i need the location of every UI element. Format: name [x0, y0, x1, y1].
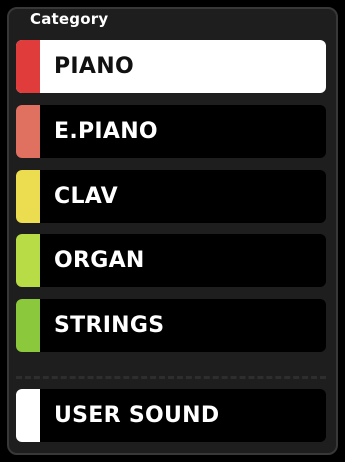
category-color-swatch — [16, 234, 40, 287]
category-button-organ[interactable]: ORGAN — [16, 234, 326, 287]
category-label: ORGAN — [54, 248, 145, 273]
category-color-swatch — [16, 170, 40, 223]
category-button-piano[interactable]: PIANO — [16, 40, 326, 93]
category-color-swatch — [16, 389, 40, 442]
category-divider — [16, 376, 326, 379]
category-color-swatch — [16, 105, 40, 158]
category-button-strings[interactable]: STRINGS — [16, 299, 326, 352]
category-color-swatch — [16, 40, 40, 93]
category-label: STRINGS — [54, 313, 165, 338]
category-label: PIANO — [54, 54, 134, 79]
user-sound-button[interactable]: USER SOUND — [16, 389, 326, 442]
category-label: E.PIANO — [54, 119, 158, 144]
panel-title: Category — [30, 10, 109, 28]
category-button-clav[interactable]: CLAV — [16, 170, 326, 223]
category-button-e-piano[interactable]: E.PIANO — [16, 105, 326, 158]
user-sound-label: USER SOUND — [54, 403, 220, 428]
category-color-swatch — [16, 299, 40, 352]
category-label: CLAV — [54, 184, 118, 209]
